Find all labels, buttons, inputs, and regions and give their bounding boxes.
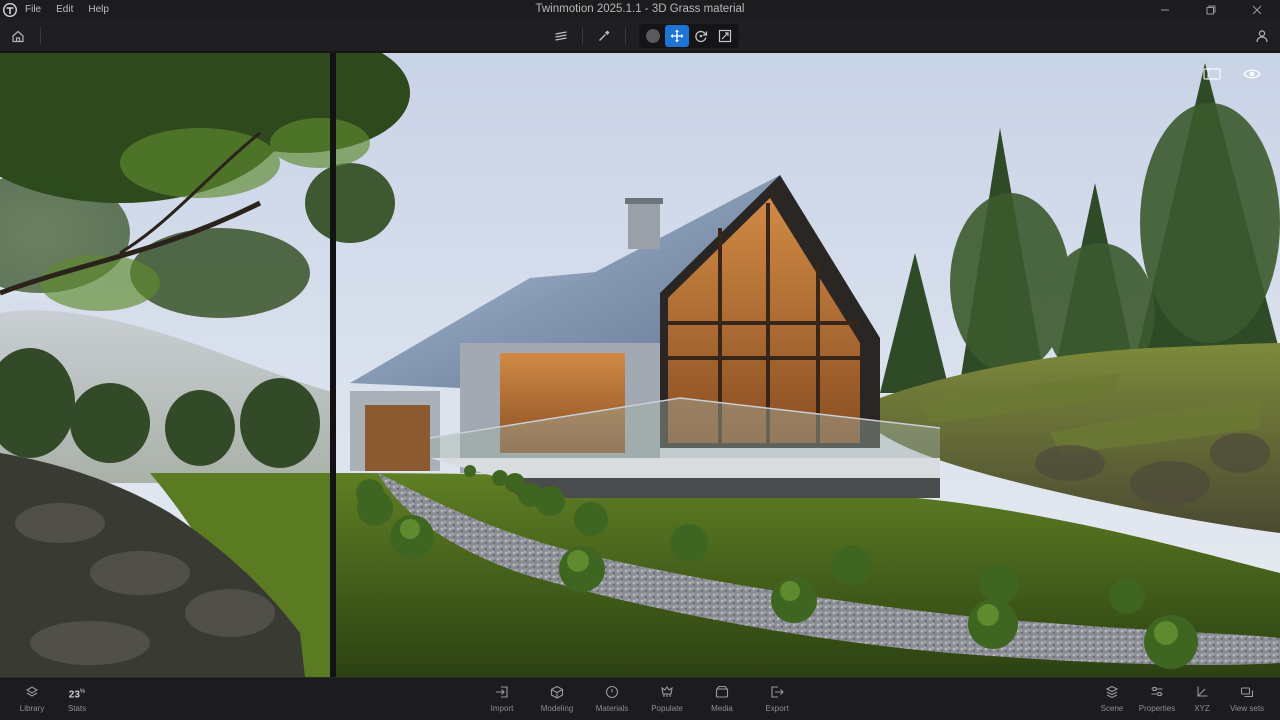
toolbar-divider <box>625 28 626 44</box>
media-icon <box>715 685 729 698</box>
minimize-icon <box>1161 9 1169 10</box>
selection-circle-icon[interactable] <box>646 29 660 43</box>
visibility-button[interactable] <box>1242 67 1262 81</box>
user-icon <box>1256 30 1268 43</box>
dock-stats-label: Stats <box>67 704 87 713</box>
dock-populate-button[interactable]: Populate <box>642 684 692 713</box>
dock-xyz-button[interactable]: XYZ <box>1177 684 1227 713</box>
dock-export-button[interactable]: Export <box>752 684 802 713</box>
bottom-dock: Library 23% Stats Import Modeling Materi… <box>0 677 1280 720</box>
toolbar-divider <box>40 27 41 44</box>
scale-button[interactable] <box>713 25 737 47</box>
dock-modeling-label: Modeling <box>540 704 574 713</box>
xyz-axis-icon <box>1197 686 1208 697</box>
minimize-button[interactable] <box>1142 0 1188 19</box>
restore-icon <box>1206 5 1216 14</box>
eyedropper-icon <box>599 30 610 41</box>
dock-view-sets-label: View sets <box>1229 704 1265 713</box>
3d-viewport[interactable] <box>0 53 1280 677</box>
properties-sliders-icon <box>1151 687 1163 696</box>
dock-properties-button[interactable]: Properties <box>1132 684 1182 713</box>
dock-materials-button[interactable]: Materials <box>587 684 637 713</box>
title-bar: File Edit Help Twinmotion 2025.1.1 - 3D … <box>0 0 1280 19</box>
import-icon <box>496 686 508 698</box>
stats-value: 23 <box>68 689 80 701</box>
materials-icon <box>605 685 619 699</box>
transform-tools <box>549 24 739 48</box>
window-title: Twinmotion 2025.1.1 - 3D Grass material <box>535 3 745 15</box>
eyedropper-button[interactable] <box>592 25 616 47</box>
dock-properties-label: Properties <box>1138 704 1176 713</box>
populate-icon <box>661 686 673 697</box>
dock-materials-label: Materials <box>595 704 629 713</box>
menu-help[interactable]: Help <box>88 4 109 15</box>
dock-library-button[interactable]: Library <box>7 684 57 713</box>
dock-import-button[interactable]: Import <box>477 684 527 713</box>
modeling-cube-icon <box>550 685 564 699</box>
dock-scene-button[interactable]: Scene <box>1087 684 1137 713</box>
menu-bar: File Edit Help <box>25 4 124 15</box>
view-sets-icon <box>1240 687 1254 698</box>
gizmo-group <box>639 24 739 48</box>
stats-readout: 23% <box>52 684 102 700</box>
layers-icon <box>555 31 567 41</box>
scene-layers-icon <box>1105 685 1119 699</box>
home-icon <box>12 30 24 43</box>
dock-populate-label: Populate <box>651 704 683 713</box>
rotate-button[interactable] <box>689 25 713 47</box>
dock-xyz-label: XYZ <box>1194 704 1210 713</box>
rotate-icon <box>695 30 708 43</box>
dock-import-label: Import <box>490 704 514 713</box>
export-icon <box>771 686 784 698</box>
scene-render <box>0 53 1280 677</box>
dock-media-button[interactable]: Media <box>697 684 747 713</box>
toolbar-divider <box>582 28 583 44</box>
close-icon <box>1252 5 1262 14</box>
window-controls <box>1142 0 1280 19</box>
viewport-frame-icon <box>1203 68 1221 80</box>
main-toolbar <box>0 19 1280 52</box>
restore-button[interactable] <box>1188 0 1234 19</box>
home-button[interactable] <box>9 27 27 45</box>
viewport-overlay-controls <box>1202 67 1262 81</box>
viewport-frame-button[interactable] <box>1202 67 1222 81</box>
user-account-button[interactable] <box>1253 27 1271 45</box>
visibility-eye-icon <box>1243 69 1261 79</box>
dock-view-sets-button[interactable]: View sets <box>1222 684 1272 713</box>
twinmotion-logo-icon[interactable] <box>3 2 17 17</box>
dock-stats-button[interactable]: 23% Stats <box>52 684 102 713</box>
menu-edit[interactable]: Edit <box>56 4 73 15</box>
close-button[interactable] <box>1234 0 1280 19</box>
dock-scene-label: Scene <box>1100 704 1124 713</box>
dock-library-label: Library <box>19 704 45 713</box>
move-button[interactable] <box>665 25 689 47</box>
library-icon <box>25 686 39 697</box>
move-icon <box>670 29 684 43</box>
scale-icon <box>718 29 732 43</box>
dock-media-label: Media <box>711 704 733 713</box>
stats-unit: % <box>79 689 86 695</box>
dock-modeling-button[interactable]: Modeling <box>532 684 582 713</box>
menu-file[interactable]: File <box>25 4 41 15</box>
dock-export-label: Export <box>765 704 789 713</box>
layers-button[interactable] <box>549 25 573 47</box>
